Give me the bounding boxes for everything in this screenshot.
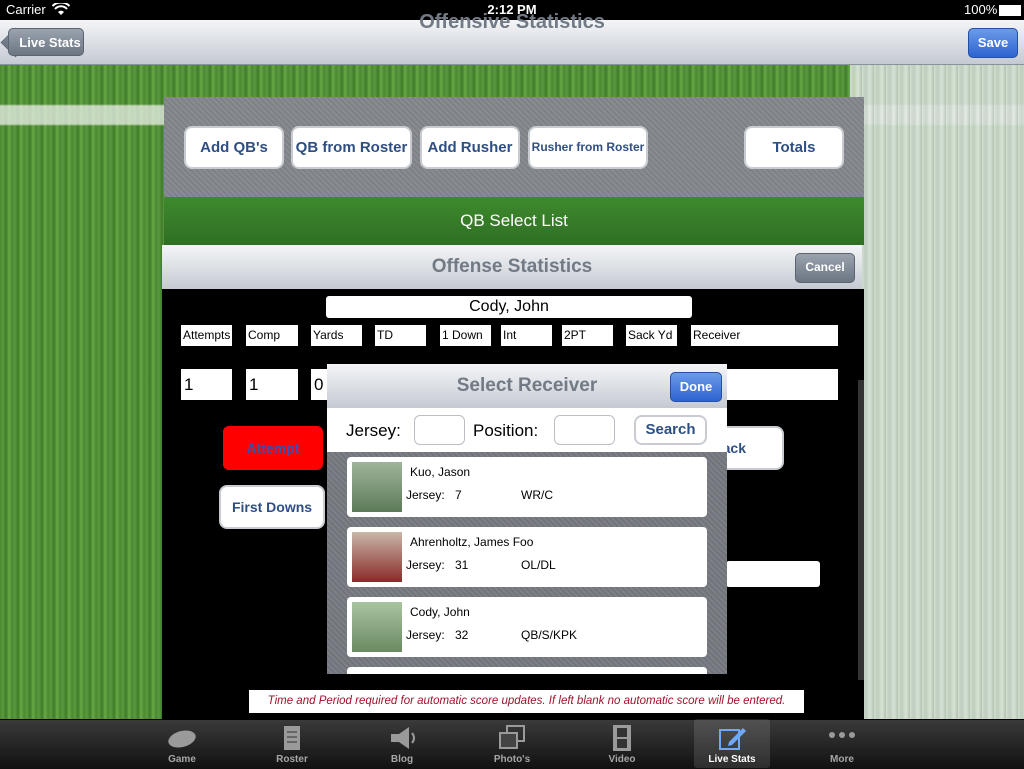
tab-video[interactable]: Video: [584, 719, 660, 768]
jersey-number: 32: [455, 628, 469, 642]
tab-label: Photo's: [493, 754, 531, 765]
jersey-number: 31: [455, 558, 469, 572]
list-item[interactable]: Ahrenholtz, James Foo Jersey: 31 OL/DL: [347, 527, 707, 587]
jersey-number: 7: [455, 488, 462, 502]
search-button[interactable]: Search: [634, 415, 707, 445]
tab-label: Blog: [390, 754, 414, 765]
film-icon: [607, 725, 637, 751]
player-name: Ahrenholtz, James Foo: [410, 535, 534, 549]
add-rusher-button[interactable]: Add Rusher: [420, 126, 520, 169]
first-downs-button[interactable]: First Downs: [219, 485, 325, 529]
receiver-label: Receiver: [691, 325, 838, 346]
sack-yd-label: Sack Yd: [626, 325, 677, 346]
more-icon: [827, 725, 857, 751]
offense-title: Offense Statistics: [431, 256, 593, 277]
player-photo: [352, 462, 402, 512]
player-position: OL/DL: [521, 558, 556, 572]
receiver-field[interactable]: [727, 369, 838, 400]
list-item-partial[interactable]: [347, 667, 707, 674]
player-photo: [352, 532, 402, 582]
qb-select-list-bar[interactable]: QB Select List: [164, 197, 864, 245]
done-button[interactable]: Done: [670, 372, 722, 402]
save-button[interactable]: Save: [968, 28, 1018, 58]
add-qbs-button[interactable]: Add QB's: [184, 126, 284, 169]
jersey-caption: Jersey:: [406, 628, 445, 642]
jersey-input[interactable]: [414, 415, 465, 445]
position-input[interactable]: [554, 415, 615, 445]
tab-photos[interactable]: Photo's: [474, 719, 550, 768]
tab-label: Video: [608, 754, 636, 765]
yards-label: Yards: [311, 325, 362, 346]
player-name: Cody, John: [410, 605, 470, 619]
jersey-label: Jersey:: [346, 421, 401, 440]
tab-more[interactable]: More: [804, 719, 880, 768]
tab-label: More: [830, 754, 854, 765]
time-period-field[interactable]: [726, 561, 820, 587]
qb-from-roster-button[interactable]: QB from Roster: [291, 126, 412, 169]
jersey-caption: Jersey:: [406, 558, 445, 572]
tab-roster[interactable]: Roster: [254, 719, 330, 768]
cancel-button[interactable]: Cancel: [795, 253, 855, 283]
tab-live-stats[interactable]: Live Stats: [694, 719, 770, 768]
popover-title: Select Receiver: [456, 375, 598, 396]
page-title: Offensive Statistics: [419, 11, 605, 33]
tab-label: Game: [168, 754, 196, 765]
field-background-right: [850, 64, 1024, 720]
td-label: TD: [375, 325, 426, 346]
tab-blog[interactable]: Blog: [364, 719, 440, 768]
player-position: WR/C: [521, 488, 553, 502]
list-item[interactable]: Kuo, Jason Jersey: 7 WR/C: [347, 457, 707, 517]
tab-game[interactable]: Game: [144, 719, 220, 768]
scroll-edge: [858, 380, 864, 680]
2pt-label: 2PT: [562, 325, 613, 346]
position-label: Position:: [473, 421, 539, 440]
edit-icon: [717, 725, 747, 751]
jersey-caption: Jersey:: [406, 488, 445, 502]
totals-button[interactable]: Totals: [744, 126, 844, 169]
attempt-button[interactable]: Attempt: [223, 426, 323, 470]
score-update-note: Time and Period required for automatic s…: [249, 690, 804, 713]
player-position: QB/S/KPK: [521, 628, 578, 642]
tab-label: Roster: [276, 754, 308, 765]
yards-field[interactable]: 0: [311, 369, 327, 400]
player-name: Kuo, Jason: [410, 465, 471, 479]
attempts-label: Attempts: [181, 325, 232, 346]
megaphone-icon: [387, 725, 417, 751]
rusher-from-roster-button[interactable]: Rusher from Roster: [528, 126, 648, 169]
attempts-field[interactable]: 1: [181, 369, 232, 400]
int-label: Int: [501, 325, 552, 346]
document-icon: [277, 725, 307, 751]
receiver-list: Kuo, Jason Jersey: 7 WR/C Ahrenholtz, Ja…: [327, 452, 727, 674]
comp-field[interactable]: 1: [246, 369, 298, 400]
list-item[interactable]: Cody, John Jersey: 32 QB/S/KPK: [347, 597, 707, 657]
player-photo: [352, 602, 402, 652]
photos-icon: [497, 725, 527, 751]
comp-label: Comp: [246, 325, 298, 346]
football-icon: [167, 725, 197, 751]
first-down-label: 1 Down: [440, 325, 491, 346]
player-name-field[interactable]: Cody, John: [326, 296, 692, 318]
tab-label: Live Stats: [708, 754, 756, 765]
